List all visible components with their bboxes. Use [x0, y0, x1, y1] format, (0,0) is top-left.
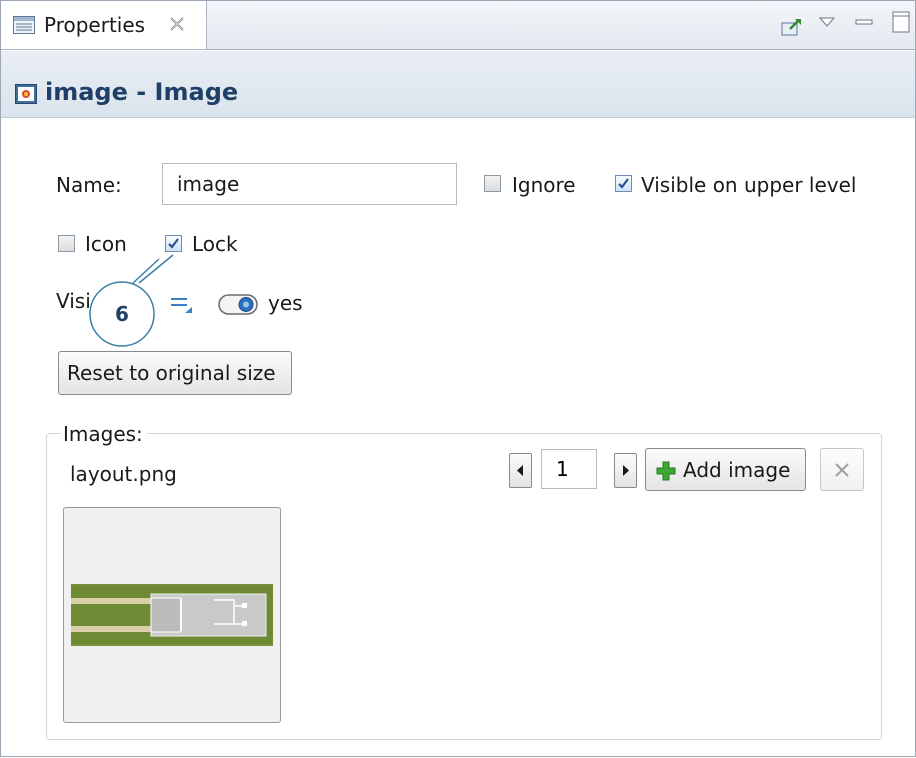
next-image-button[interactable] — [614, 453, 637, 488]
previous-image-button[interactable] — [509, 453, 532, 488]
arrow-right-icon — [623, 465, 629, 476]
ignore-label: Ignore — [512, 173, 576, 197]
section-header: image - Image — [1, 51, 915, 118]
view-tab-bar: Properties — [1, 1, 915, 50]
add-image-button[interactable]: Add image — [645, 448, 806, 491]
lock-checkbox[interactable] — [165, 235, 182, 252]
name-field[interactable] — [162, 163, 457, 205]
visible-value: yes — [268, 291, 303, 315]
image-element-icon — [15, 84, 37, 108]
images-group-label: Images: — [61, 422, 147, 446]
add-image-label: Add image — [683, 458, 791, 482]
maximize-icon[interactable] — [892, 11, 910, 37]
remove-image-button[interactable] — [820, 448, 864, 491]
view-menu-icon[interactable] — [818, 13, 836, 32]
image-thumbnail[interactable] — [63, 507, 281, 723]
minimize-icon[interactable] — [855, 13, 873, 32]
icon-label: Icon — [85, 232, 127, 256]
visible-toggle[interactable] — [218, 293, 260, 321]
visible-upper-level-checkbox[interactable] — [615, 175, 632, 192]
add-plus-icon — [656, 461, 676, 485]
image-file-name: layout.png — [70, 462, 177, 486]
image-page-field[interactable] — [541, 449, 597, 489]
callout-number: 6 — [115, 302, 129, 326]
ignore-checkbox[interactable] — [484, 175, 501, 192]
tab-title: Properties — [44, 13, 146, 37]
icon-checkbox[interactable] — [58, 235, 75, 252]
remove-icon — [835, 463, 849, 477]
tab-close-icon[interactable] — [168, 15, 186, 33]
reset-size-label: Reset to original size — [67, 361, 276, 385]
lock-label: Lock — [192, 232, 238, 256]
page-title: image - Image — [45, 78, 239, 106]
reset-size-button[interactable]: Reset to original size — [58, 351, 292, 395]
tab-properties[interactable]: Properties — [1, 1, 207, 49]
arrow-left-icon — [517, 465, 523, 476]
properties-icon — [13, 16, 35, 38]
layout-preview-image — [71, 584, 273, 646]
visible-upper-level-label: Visible on upper level — [641, 173, 857, 197]
properties-view: Properties image - Image Name: image Ign… — [0, 0, 916, 757]
name-label: Name: — [56, 173, 122, 197]
visible-label: Visi — [56, 289, 91, 313]
pin-icon[interactable] — [781, 17, 803, 41]
static-value-icon[interactable] — [171, 295, 195, 319]
